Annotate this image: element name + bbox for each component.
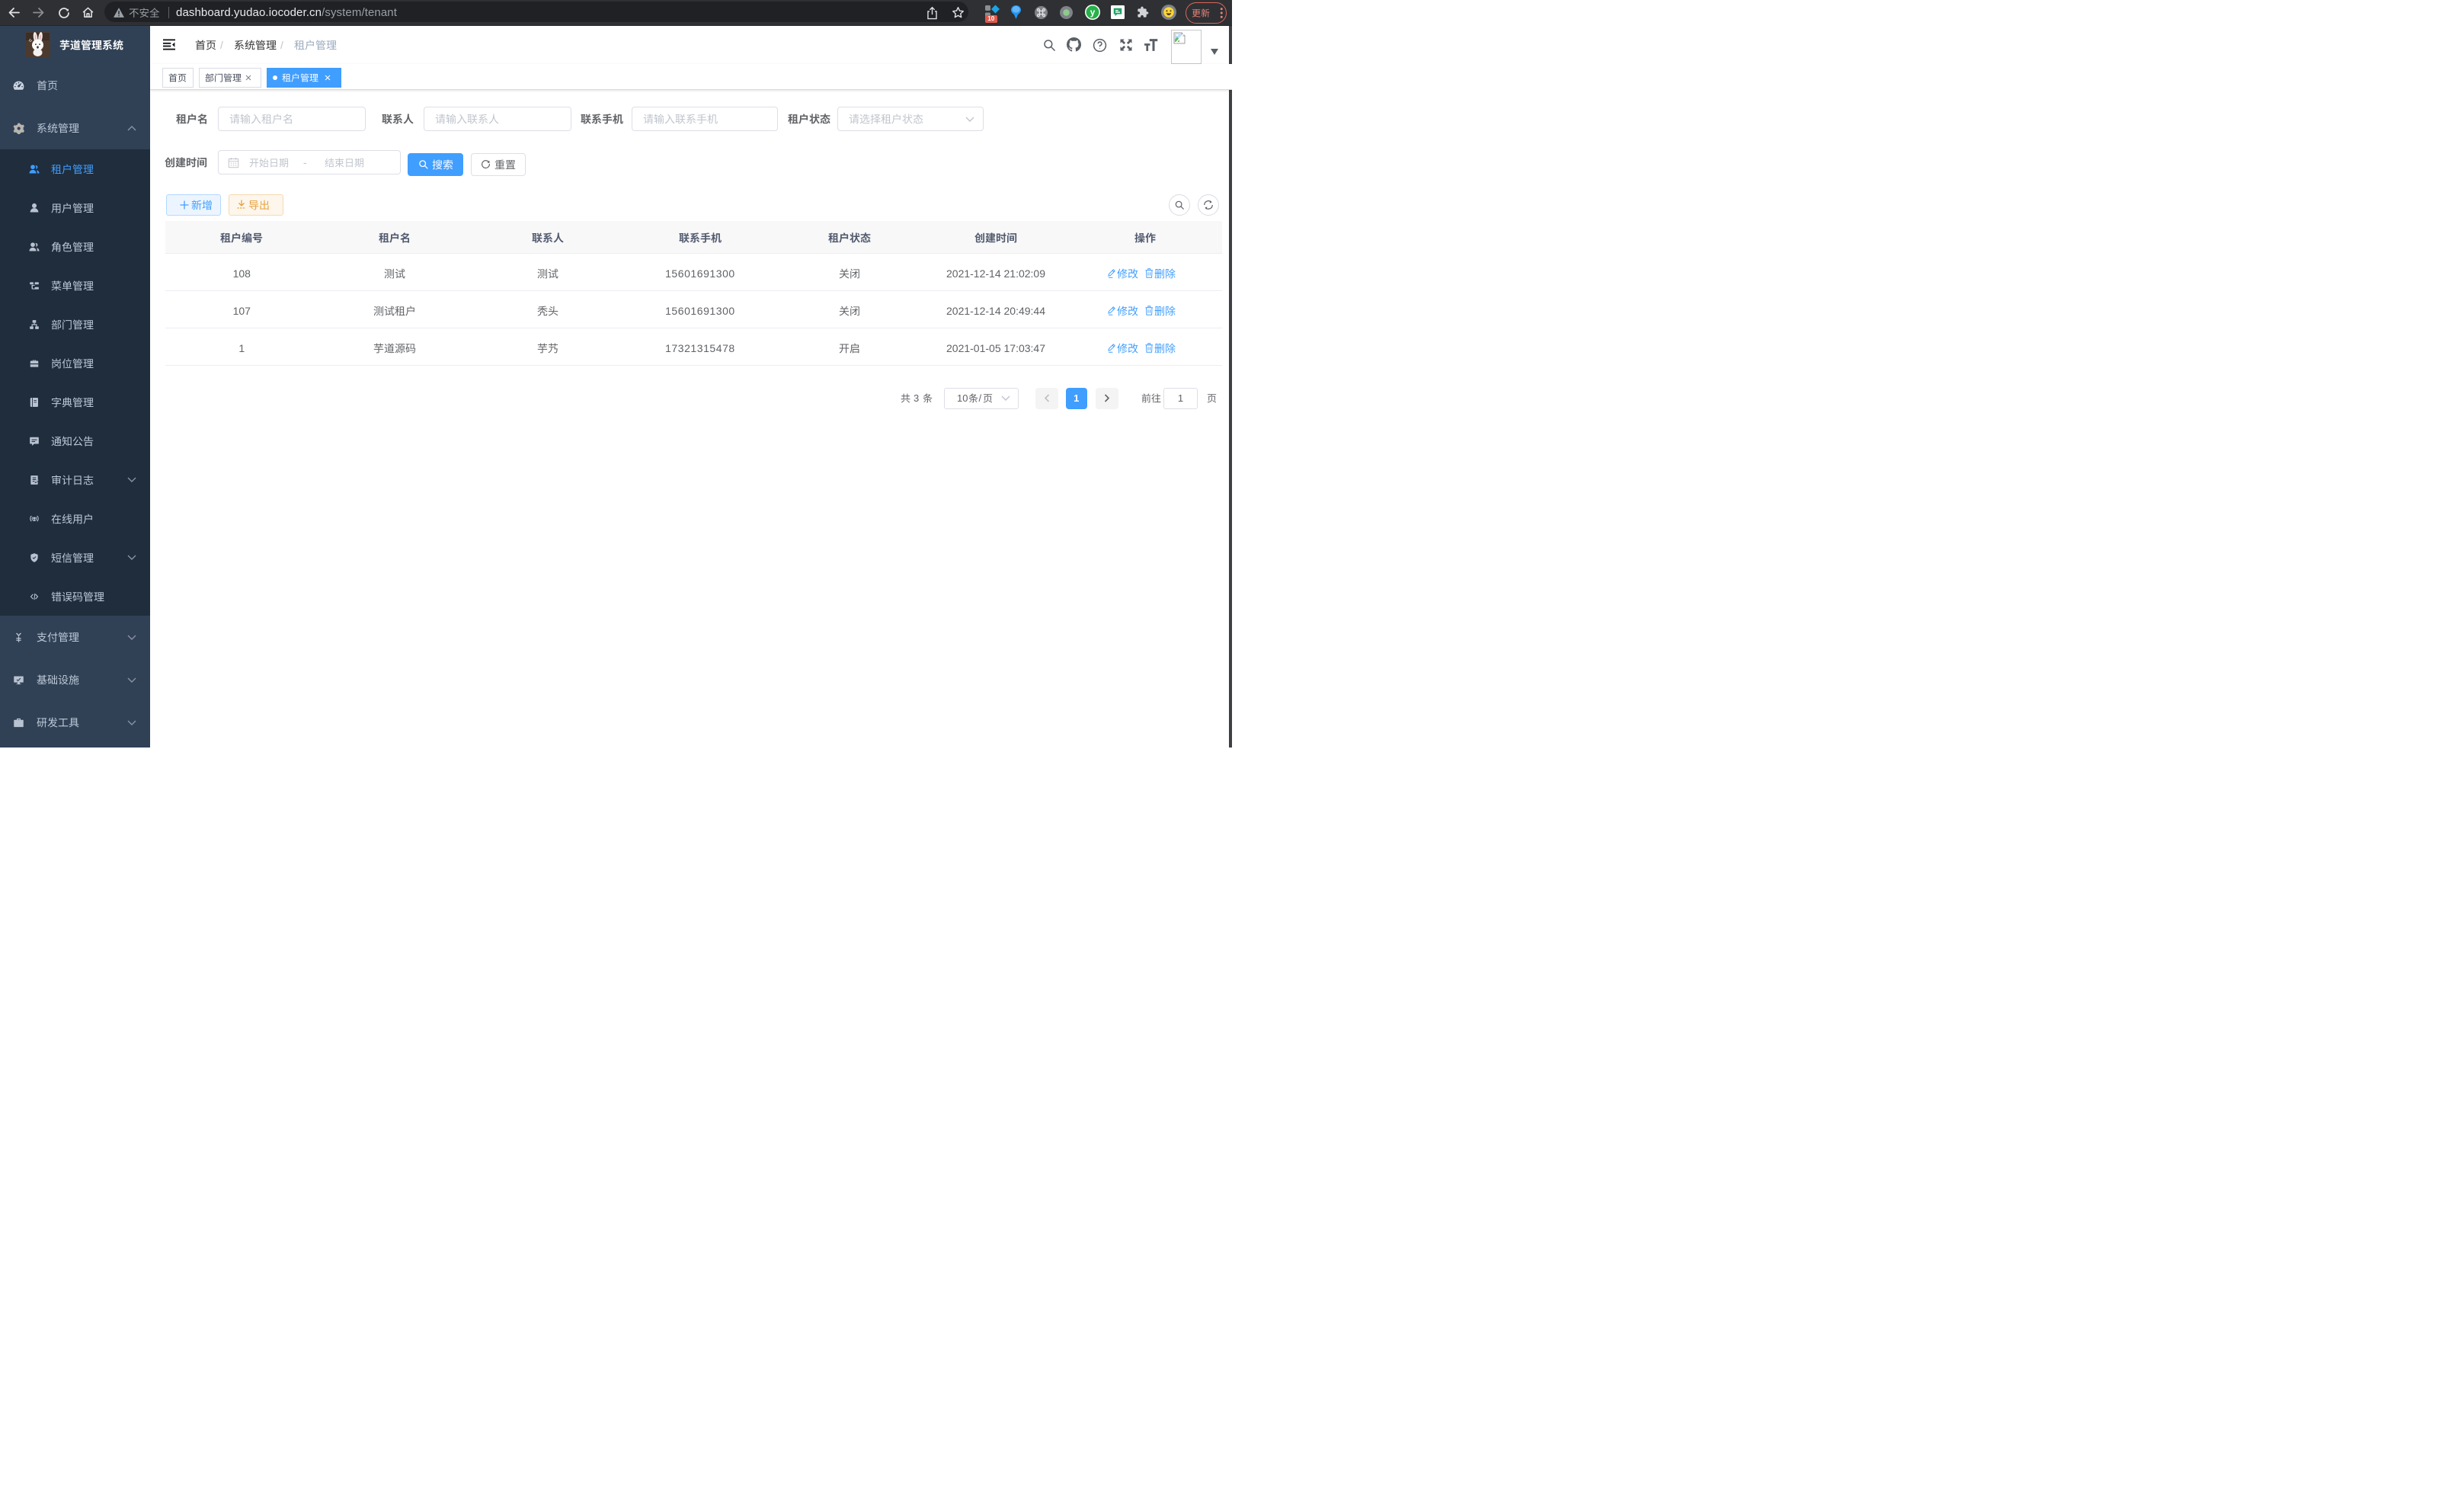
svg-text:y: y [1090, 8, 1096, 18]
